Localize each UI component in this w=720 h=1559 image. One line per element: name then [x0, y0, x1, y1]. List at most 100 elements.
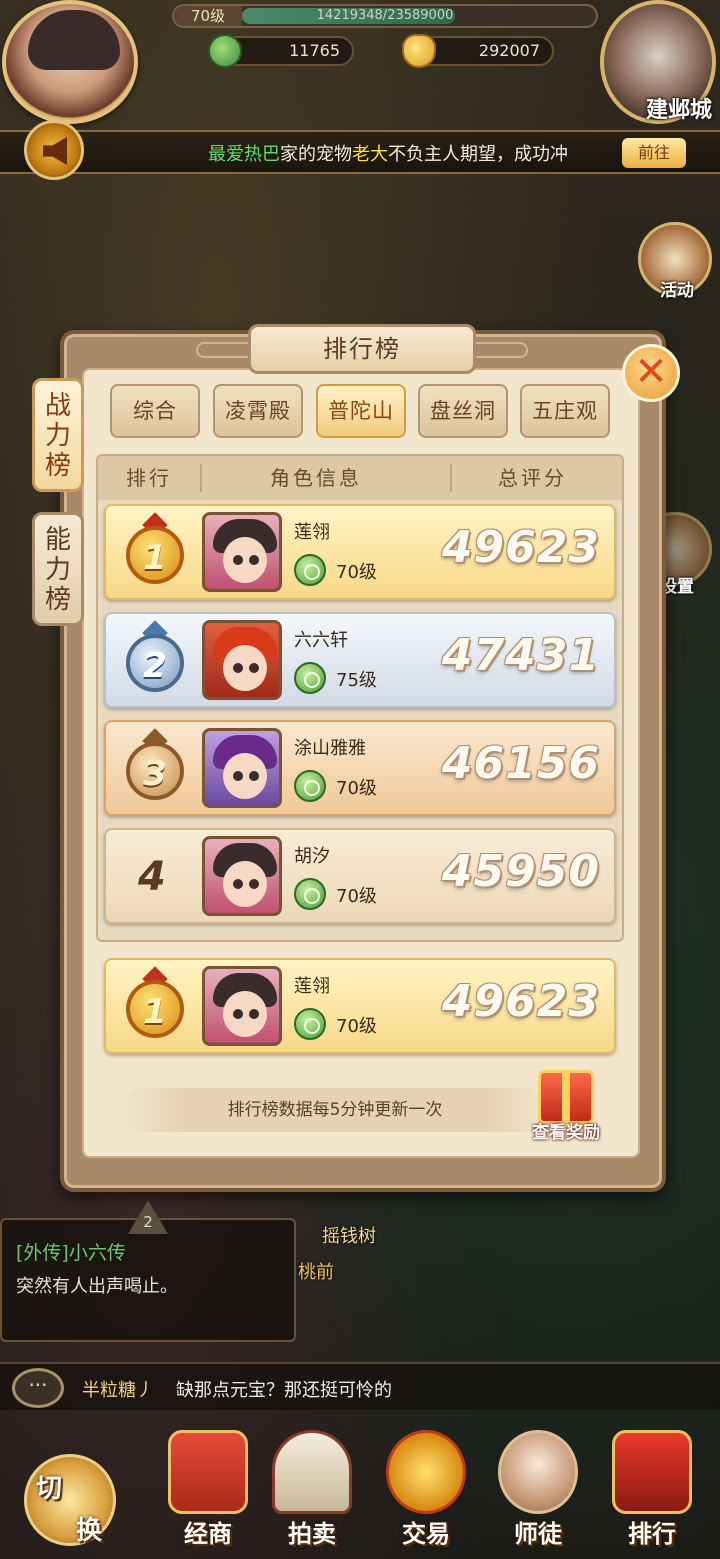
character-portrait: [202, 728, 282, 808]
activity-label: 活动: [660, 281, 694, 301]
avatar-portrait-icon: [28, 10, 120, 70]
table-row[interactable]: 1 莲翎 70级 49623: [104, 504, 616, 600]
character-portrait: [202, 966, 282, 1046]
tab-lingxiao[interactable]: 凌霄殿: [213, 384, 303, 438]
nav-exchange[interactable]: 交易: [376, 1430, 476, 1554]
header-rank: 排行: [126, 466, 172, 490]
close-button[interactable]: ✕: [622, 344, 680, 402]
player-score: 49623: [441, 522, 600, 573]
broadcast-player: 最爱热巴: [208, 144, 280, 165]
ingot-icon: [402, 34, 436, 68]
tab-ability[interactable]: 能力榜: [32, 512, 84, 626]
nav-auction[interactable]: 拍卖: [262, 1430, 362, 1554]
level-text: 70级: [336, 562, 377, 583]
view-rewards-label: 查看奖励: [532, 1123, 600, 1143]
bottom-nav: 经商 拍卖 交易 师徒 排行: [0, 1418, 720, 1559]
ingot-amount: 292007: [478, 41, 540, 60]
rank-number: 1: [126, 980, 184, 1038]
shop-sign-icon: [168, 1430, 248, 1514]
table-row[interactable]: 2 六六轩 75级 47431: [104, 612, 616, 708]
sect-emblem-icon: [294, 554, 326, 586]
player-score: 45950: [441, 846, 600, 897]
rank-number: 2: [126, 634, 184, 692]
tab-pansi[interactable]: 盘丝洞: [418, 384, 508, 438]
level-text: 70级: [336, 886, 377, 907]
list-header: 排行 角色信息 总评分: [98, 456, 622, 500]
master-apprentice-icon: [498, 1430, 578, 1514]
chat-user: 半粒糖丿: [82, 1380, 154, 1401]
ranking-pavilion-icon: [612, 1430, 692, 1514]
broadcast-bar: 最爱热巴家的宠物老大不负主人期望，成功冲 前往: [0, 130, 720, 174]
auction-house-icon: [272, 1430, 352, 1514]
ingot-counter: 292007: [402, 34, 554, 68]
player-score: 47431: [441, 630, 600, 681]
silver-medal-icon: 2: [120, 620, 190, 700]
player-score: 49623: [441, 976, 600, 1027]
player-name: 莲翎: [294, 522, 330, 543]
gold-medal-icon: 1: [120, 512, 190, 592]
sect-emblem-icon: [294, 1008, 326, 1040]
city-label: 建邺城: [645, 98, 712, 123]
level-text: 70级: [336, 1016, 377, 1037]
tab-putuo[interactable]: 普陀山: [316, 384, 406, 438]
nav-trade-business[interactable]: 经商: [158, 1430, 258, 1554]
rank-number: 1: [126, 526, 184, 584]
tab-ability-label: 能力榜: [45, 525, 72, 615]
sect-emblem-icon: [294, 662, 326, 694]
npc-name[interactable]: 桃前: [298, 1258, 334, 1284]
player-name: 莲翎: [294, 976, 330, 997]
chat-bar[interactable]: 半粒糖丿 缺那点元宝？那还挺可怜的: [0, 1362, 720, 1410]
tab-overall[interactable]: 综合: [110, 384, 200, 438]
quest-text: 突然有人出声喝止。: [16, 1276, 178, 1297]
sect-tabs: 综合 凌霄殿 普陀山 盘丝洞 五庄观: [110, 384, 612, 438]
title-ornament: [196, 342, 256, 358]
player-score: 46156: [441, 738, 600, 789]
update-note: 排行榜数据每5分钟更新一次: [120, 1088, 550, 1132]
title-ornament: [468, 342, 528, 358]
jade-counter: 11765: [208, 34, 354, 68]
table-row[interactable]: 4 胡汐 70级 45950: [104, 828, 616, 924]
tab-combat-power[interactable]: 战力榜: [32, 378, 84, 492]
tab-wuzhuang[interactable]: 五庄观: [520, 384, 610, 438]
header-score: 总评分: [498, 466, 567, 490]
gold-medal-icon: 1: [120, 966, 190, 1046]
my-rank-row[interactable]: 1 莲翎 70级 49623: [104, 958, 616, 1054]
broadcast-pet: 老大: [352, 144, 388, 165]
header-info: 角色信息: [270, 466, 362, 490]
level-text: 70级: [336, 778, 377, 799]
character-portrait: [202, 836, 282, 916]
nav-label: 经商: [184, 1520, 232, 1548]
chat-message: 缺那点元宝？那还挺可怜的: [176, 1380, 392, 1401]
player-name: 胡汐: [294, 846, 330, 867]
player-name: 六六轩: [294, 630, 348, 651]
bronze-medal-icon: 3: [120, 728, 190, 808]
broadcast-text: 最爱热巴家的宠物老大不负主人期望，成功冲: [208, 140, 568, 166]
exp-text: 14219348/23589000: [316, 8, 454, 23]
broadcast-text-part: 家的宠物: [280, 144, 352, 165]
character-portrait: [202, 512, 282, 592]
header-divider: [450, 464, 452, 492]
view-rewards-button[interactable]: 查看奖励: [524, 1070, 608, 1146]
broadcast-go-button[interactable]: 前往: [622, 138, 686, 168]
jade-amount: 11765: [289, 41, 340, 60]
sect-emblem-icon: [294, 770, 326, 802]
quest-title: [外传]小六传: [16, 1242, 126, 1264]
nav-mentor[interactable]: 师徒: [488, 1430, 588, 1554]
nav-label: 排行: [628, 1520, 676, 1548]
player-avatar[interactable]: [2, 0, 138, 124]
quest-dialog[interactable]: [外传]小六传 突然有人出声喝止。: [0, 1218, 296, 1342]
nav-ranking[interactable]: 排行: [602, 1430, 702, 1554]
rank-number: 4: [138, 854, 166, 900]
level-text: 75级: [336, 670, 377, 691]
coin-exchange-icon: [386, 1430, 466, 1514]
chat-bubble-icon[interactable]: [12, 1368, 64, 1408]
nav-label: 师徒: [514, 1520, 562, 1548]
exp-bar: 70级 14219348/23589000: [172, 4, 598, 28]
horn-icon[interactable]: [24, 120, 84, 180]
table-row[interactable]: 3 涂山雅雅 70级 46156: [104, 720, 616, 816]
header-divider: [200, 464, 202, 492]
nav-label: 交易: [402, 1520, 450, 1548]
rank-number: 3: [126, 742, 184, 800]
tab-combat-power-label: 战力榜: [45, 391, 72, 481]
npc-name[interactable]: 摇钱树: [322, 1222, 376, 1248]
